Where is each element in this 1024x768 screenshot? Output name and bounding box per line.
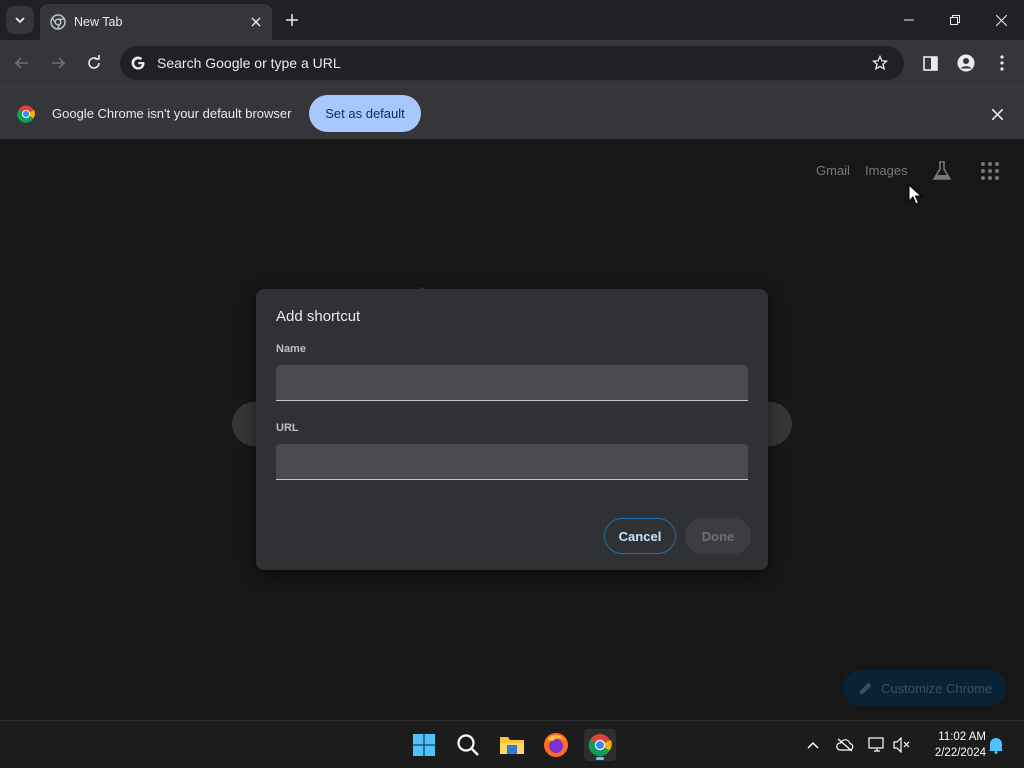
chrome-tab-icon (50, 14, 66, 30)
done-button[interactable]: Done (685, 518, 751, 554)
side-panel-button[interactable] (916, 49, 944, 77)
kebab-menu-icon (1000, 55, 1004, 71)
chevron-down-icon (15, 17, 25, 24)
side-panel-icon (922, 55, 938, 71)
restore-button[interactable] (937, 6, 973, 34)
clock-time: 11:02 AM (938, 731, 986, 743)
forward-arrow-icon (52, 57, 66, 69)
plus-icon (286, 14, 298, 26)
firefox-button[interactable] (540, 729, 572, 761)
dialog-title: Add shortcut (276, 308, 361, 325)
infobar-close-icon[interactable] (987, 104, 1007, 124)
onedrive-tray-button[interactable] (835, 735, 855, 755)
new-tab-button[interactable] (280, 8, 304, 32)
profile-button[interactable] (952, 49, 980, 77)
show-hidden-icons-button[interactable] (803, 735, 823, 755)
file-explorer-button[interactable] (496, 729, 528, 761)
tab-new-tab[interactable]: New Tab (40, 4, 272, 40)
chrome-icon (588, 734, 612, 757)
notifications-button[interactable] (986, 735, 1006, 755)
name-input[interactable] (276, 365, 748, 401)
taskbar: 11:02 AM 2/22/2024 (0, 720, 1024, 768)
back-arrow-icon (14, 57, 28, 69)
clock-date: 2/22/2024 (934, 747, 986, 759)
reload-icon (88, 55, 100, 69)
minimize-icon (904, 19, 914, 21)
bookmark-star-icon[interactable] (866, 49, 894, 77)
chrome-taskbar-button[interactable] (584, 729, 616, 761)
infobar-message: Google Chrome isn't your default browser (52, 106, 292, 121)
start-button[interactable] (408, 729, 440, 761)
windows-start-icon (413, 734, 435, 756)
google-g-icon (128, 53, 148, 73)
chrome-logo-icon (17, 105, 35, 123)
cancel-button[interactable]: Cancel (604, 518, 676, 554)
menu-button[interactable] (988, 49, 1016, 77)
bell-icon (989, 738, 1003, 754)
tab-strip: New Tab (0, 0, 1024, 40)
restore-icon (950, 15, 960, 25)
name-label: Name (276, 343, 306, 355)
network-tray-button[interactable] (867, 735, 887, 755)
tab-close-icon[interactable] (246, 12, 266, 32)
omnibox[interactable]: Search Google or type a URL (120, 46, 904, 80)
speaker-muted-icon (893, 737, 910, 753)
url-input[interactable] (276, 444, 748, 480)
taskbar-search-button[interactable] (452, 729, 484, 761)
minimize-button[interactable] (891, 6, 927, 34)
forward-button[interactable] (44, 49, 72, 77)
add-shortcut-dialog: Add shortcut Name URL Cancel Done (256, 289, 768, 570)
close-icon (995, 14, 1007, 26)
cloud-offline-icon (836, 738, 854, 752)
close-window-button[interactable] (983, 6, 1019, 34)
omnibox-placeholder: Search Google or type a URL (157, 55, 341, 71)
reload-button[interactable] (80, 49, 108, 77)
url-label: URL (276, 422, 299, 434)
profile-icon (957, 54, 975, 72)
back-button[interactable] (8, 49, 36, 77)
mouse-cursor-icon (908, 184, 922, 205)
search-icon (457, 734, 479, 756)
volume-tray-button[interactable] (892, 735, 912, 755)
active-app-indicator (596, 757, 604, 760)
toolbar: Search Google or type a URL (0, 40, 1024, 86)
tab-search-button[interactable] (6, 6, 34, 34)
set-as-default-button[interactable]: Set as default (309, 95, 421, 132)
taskbar-clock[interactable]: 11:02 AM 2/22/2024 (922, 729, 986, 761)
chevron-up-icon (807, 741, 819, 749)
file-explorer-icon (500, 737, 524, 754)
tab-title: New Tab (74, 15, 123, 29)
default-browser-infobar: Google Chrome isn't your default browser… (0, 86, 1024, 140)
firefox-icon (544, 733, 568, 757)
network-icon (868, 737, 884, 752)
